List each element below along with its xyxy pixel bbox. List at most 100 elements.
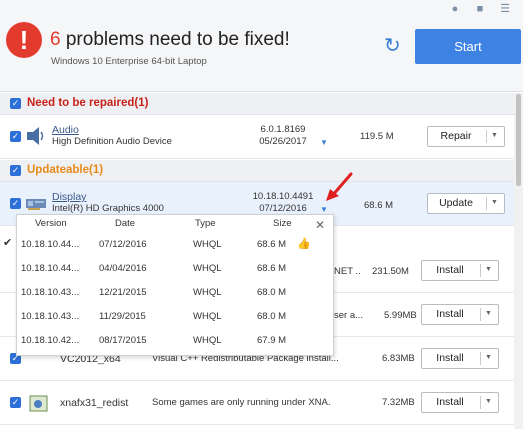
row-checkbox[interactable]: ✓: [10, 198, 21, 209]
row-version: 10.18.10.43...: [21, 287, 80, 298]
section-update: ✓ Updateable(1): [0, 160, 514, 182]
chevron-down-icon[interactable]: ▼: [491, 132, 498, 139]
refresh-icon[interactable]: ↻: [384, 36, 401, 56]
driver-size: 7.32MB: [382, 397, 415, 408]
row-date: 07/12/2016: [99, 239, 147, 250]
col-type: Type: [195, 218, 216, 229]
driver-name: xnafx31_redist: [60, 397, 129, 409]
version-dropdown-icon[interactable]: ▼: [320, 205, 328, 214]
close-icon[interactable]: ✕: [315, 218, 325, 232]
row-version: 10.18.10.42...: [21, 335, 80, 346]
checkmark-icon: ✔: [3, 237, 13, 249]
section-repair-checkbox[interactable]: ✓: [10, 98, 21, 109]
system-info: Windows 10 Enterprise 64-bit Laptop: [51, 56, 207, 67]
driver-desc: High Definition Audio Device: [52, 136, 172, 147]
page-title: 6 problems need to be fixed!: [50, 29, 290, 51]
row-size: 67.9 M: [257, 335, 287, 346]
driver-desc: Intel(R) HD Graphics 4000: [52, 203, 164, 214]
user-icon[interactable]: ●: [449, 3, 461, 15]
chevron-down-icon[interactable]: ▼: [485, 266, 492, 273]
driver-size: 119.5 M: [360, 131, 394, 142]
chevron-down-icon[interactable]: ▼: [485, 354, 492, 361]
chevron-down-icon[interactable]: ▼: [485, 398, 492, 405]
annotation-arrow: [326, 172, 353, 201]
version-number: 10.18.10.4491: [252, 191, 314, 202]
driver-desc: ser a...: [334, 310, 364, 321]
driver-name[interactable]: Audio: [52, 124, 79, 136]
chevron-down-icon[interactable]: ▼: [491, 199, 498, 206]
install-label: Install: [436, 308, 464, 320]
divider: [480, 352, 481, 365]
version-row[interactable]: 10.18.10.42... 08/17/2015 WHQL 67.9 M: [17, 329, 333, 353]
graphics-card-icon: [26, 199, 46, 210]
col-date: Date: [115, 218, 136, 229]
row-type: WHQL: [193, 335, 222, 346]
row-date: 08/17/2015: [99, 335, 147, 346]
version-row[interactable]: 10.18.10.44... 04/04/2016 WHQL 68.6 M: [17, 257, 333, 281]
row-type: WHQL: [193, 239, 222, 250]
driver-row-xna: ✓ xnafx31_redist Some games are only run…: [0, 381, 514, 425]
install-label: Install: [436, 396, 464, 408]
install-button[interactable]: Install ▼: [421, 260, 499, 281]
driver-version: 6.0.1.8169 05/26/2017: [240, 124, 326, 148]
driver-size: 68.6 M: [364, 200, 394, 211]
install-button[interactable]: Install ▼: [421, 304, 499, 325]
row-version: 10.18.10.44...: [21, 239, 80, 250]
row-date: 11/29/2015: [99, 311, 146, 322]
update-label: Update: [439, 197, 473, 209]
driver-size: 6.83MB: [382, 353, 415, 364]
driver-row-audio: ✓ Audio High Definition Audio Device 6.0…: [0, 115, 514, 159]
version-row[interactable]: 10.18.10.43... 12/21/2015 WHQL 68.0 M: [17, 281, 333, 305]
update-button[interactable]: Update ▼: [427, 193, 505, 214]
install-label: Install: [436, 352, 464, 364]
row-version: 10.18.10.44...: [21, 263, 80, 274]
install-label: Install: [436, 264, 464, 276]
version-popup: Version Date Type Size ✕ 10.18.10.44... …: [16, 214, 334, 356]
chevron-down-icon[interactable]: ▼: [485, 310, 492, 317]
row-size: 68.6 M: [257, 239, 287, 250]
version-date: 05/26/2017: [259, 136, 307, 147]
driver-size: 5.99MB: [384, 310, 417, 321]
row-checkbox[interactable]: ✓: [10, 131, 21, 142]
col-version: Version: [35, 218, 67, 229]
version-row[interactable]: 10.18.10.44... 07/12/2016 WHQL 68.6 M 👍: [17, 233, 333, 257]
divider: [480, 308, 481, 321]
start-button[interactable]: Start: [415, 29, 521, 64]
repair-label: Repair: [440, 130, 472, 142]
row-size: 68.6 M: [257, 263, 287, 274]
install-button[interactable]: Install ▼: [421, 348, 499, 369]
menu-icon[interactable]: ☰: [499, 3, 511, 15]
row-checkbox[interactable]: ✓: [10, 397, 21, 408]
driver-desc: NET ..: [334, 266, 361, 277]
divider: [486, 197, 487, 210]
version-dropdown-icon[interactable]: ▼: [320, 138, 328, 147]
divider: [480, 264, 481, 277]
scrollbar-thumb[interactable]: [516, 94, 521, 186]
version-row[interactable]: 10.18.10.43... 11/29/2015 WHQL 68.0 M: [17, 305, 333, 329]
alert-icon: !: [6, 22, 42, 58]
speaker-icon: [27, 127, 44, 145]
version-number: 6.0.1.8169: [260, 124, 306, 135]
row-date: 04/04/2016: [99, 263, 147, 274]
top-icons: ● ■ ☰: [449, 3, 511, 15]
header: ! 6 problems need to be fixed! Windows 1…: [0, 0, 523, 92]
problem-count: 6: [50, 29, 61, 50]
row-size: 68.0 M: [257, 311, 287, 322]
row-type: WHQL: [193, 263, 222, 274]
chat-icon[interactable]: ■: [474, 3, 486, 15]
driver-size: 231.50M: [372, 266, 409, 277]
driver-name[interactable]: Display: [52, 191, 86, 203]
package-icon: [29, 395, 48, 412]
row-version: 10.18.10.43...: [21, 311, 80, 322]
thumbs-up-icon: 👍: [297, 238, 311, 250]
divider: [480, 396, 481, 409]
row-type: WHQL: [193, 311, 222, 322]
repair-button[interactable]: Repair ▼: [427, 126, 505, 147]
section-repair-title: Need to be repaired(1): [27, 97, 149, 109]
divider: [486, 130, 487, 143]
section-repair: ✓ Need to be repaired(1): [0, 93, 514, 115]
install-button[interactable]: Install ▼: [421, 392, 499, 413]
col-size: Size: [273, 218, 292, 229]
section-update-checkbox[interactable]: ✓: [10, 165, 21, 176]
popup-header: Version Date Type Size ✕: [17, 215, 333, 233]
